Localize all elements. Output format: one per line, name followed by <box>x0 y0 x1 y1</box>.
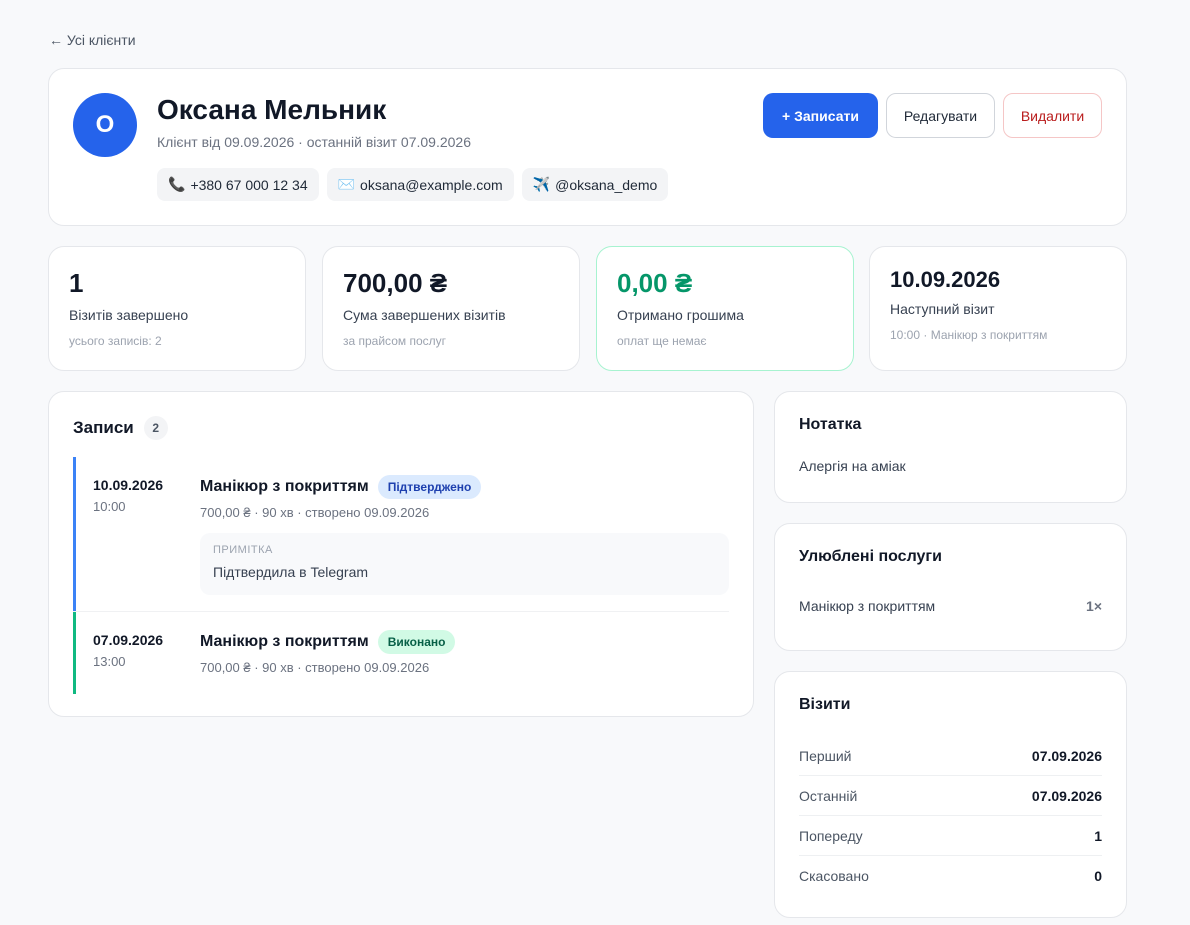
stat-next-visit: 10.09.2026 Наступний візит 10:00 · Манік… <box>869 246 1127 371</box>
record-date: 10.09.2026 <box>93 477 164 493</box>
favorite-service-count: 1× <box>1086 598 1102 614</box>
phone-icon: 📞 <box>168 176 186 193</box>
contact-chips: 📞 +380 67 000 12 34 ✉️ oksana@example.co… <box>157 168 669 201</box>
stat-label: Наступний візит <box>890 301 995 317</box>
phone-text: +380 67 000 12 34 <box>190 176 308 193</box>
visits-row-value: 07.09.2026 <box>1031 747 1102 764</box>
avatar: О <box>73 93 137 157</box>
stat-value: 0,00 ₴ <box>617 268 693 298</box>
telegram-icon: ✈️ <box>532 176 551 193</box>
record-service-row: Манікюр з покриттям Підтверджено <box>200 475 482 499</box>
favorite-service-row: Манікюр з покриттям 1× <box>799 598 1102 614</box>
back-link[interactable]: ← Усі клієнти <box>49 32 136 48</box>
visits-row-label: Скасовано <box>799 868 869 884</box>
visits-row-first: Перший 07.09.2026 <box>799 736 1102 776</box>
visits-row-cancelled: Скасовано 0 <box>799 856 1102 896</box>
visits-title: Візити <box>799 696 851 713</box>
stat-hint: за прайсом послуг <box>343 334 447 348</box>
stat-received-money: 0,00 ₴ Отримано грошима оплат ще немає <box>596 246 854 371</box>
record-service: Манікюр з покриттям <box>200 478 369 495</box>
note-text: Алергія на аміак <box>799 458 906 474</box>
phone-chip[interactable]: 📞 +380 67 000 12 34 <box>157 168 319 201</box>
stat-value: 700,00 ₴ <box>343 268 448 298</box>
email-chip[interactable]: ✉️ oksana@example.com <box>326 168 514 201</box>
stat-label: Сума завершених візитів <box>343 307 506 323</box>
stat-hint: усього записів: 2 <box>69 334 162 348</box>
visits-card: Візити Перший 07.09.2026 Останній 07.09.… <box>774 671 1127 918</box>
records-header: Записи 2 <box>73 416 168 440</box>
telegram-text: @oksana_demo <box>555 176 658 193</box>
stat-completed-visits: 1 Візитів завершено усього записів: 2 <box>48 246 306 371</box>
email-icon: ✉️ <box>337 176 356 193</box>
note-title: Нотатка <box>799 416 862 433</box>
client-name: Оксана Мельник <box>157 94 387 125</box>
stat-label: Отримано грошима <box>617 307 744 323</box>
record-status-bar <box>73 612 76 694</box>
visits-row-last: Останній 07.09.2026 <box>799 776 1102 816</box>
record-note: ПРИМІТКА Підтвердила в Telegram <box>200 533 729 595</box>
client-header-card: О Оксана Мельник Клієнт від 09.09.2026 ·… <box>48 68 1127 226</box>
note-card: Нотатка Алергія на аміак <box>774 391 1127 503</box>
favorite-services-card: Улюблені послуги Манікюр з покриттям 1× <box>774 523 1127 651</box>
records-title: Записи <box>73 418 134 437</box>
stat-hint: 10:00 · Манікюр з покриттям <box>890 328 1048 342</box>
visits-row-value: 07.09.2026 <box>1031 787 1102 804</box>
favorite-service-name: Манікюр з покриттям <box>799 598 936 614</box>
stat-label: Візитів завершено <box>69 307 189 323</box>
edit-button[interactable]: Редагувати <box>886 93 995 138</box>
status-badge: Підтверджено <box>377 475 482 499</box>
visits-row-label: Останній <box>799 787 858 804</box>
record-meta: 700,00 ₴ · 90 хв · створено 09.09.2026 <box>200 505 430 520</box>
record-service-row: Манікюр з покриттям Виконано <box>200 630 456 654</box>
record-date: 07.09.2026 <box>93 632 164 648</box>
stat-hint: оплат ще немає <box>617 334 707 348</box>
stat-value: 10.09.2026 <box>890 267 1001 292</box>
records-count-badge: 2 <box>143 416 168 440</box>
record-time: 10:00 <box>93 499 126 514</box>
stat-value: 1 <box>69 268 84 298</box>
record-service: Манікюр з покриттям <box>200 633 369 650</box>
records-card: Записи 2 10.09.2026 10:00 Манікюр з покр… <box>48 391 754 717</box>
visits-list: Перший 07.09.2026 Останній 07.09.2026 По… <box>799 736 1102 896</box>
visits-row-label: Попереду <box>799 827 863 844</box>
record-note-text: Підтвердила в Telegram <box>213 564 369 580</box>
record-meta: 700,00 ₴ · 90 хв · створено 09.09.2026 <box>200 660 430 675</box>
record-time: 13:00 <box>93 654 126 669</box>
favorites-title: Улюблені послуги <box>799 548 942 565</box>
client-subtitle: Клієнт від 09.09.2026 · останній візит 0… <box>157 134 471 150</box>
book-button[interactable]: + Записати <box>763 93 878 138</box>
visits-row-value: 1 <box>1094 827 1102 844</box>
record-status-bar <box>73 457 76 611</box>
stat-completed-sum: 700,00 ₴ Сума завершених візитів за прай… <box>322 246 580 371</box>
email-text: oksana@example.com <box>360 176 503 193</box>
telegram-chip[interactable]: ✈️ @oksana_demo <box>521 168 669 201</box>
record-item[interactable]: 07.09.2026 13:00 Манікюр з покриттям Вик… <box>73 612 729 694</box>
record-item[interactable]: 10.09.2026 10:00 Манікюр з покриттям Під… <box>73 457 729 611</box>
visits-row-value: 0 <box>1094 868 1102 884</box>
visits-row-label: Перший <box>799 747 852 764</box>
delete-button[interactable]: Видалити <box>1003 93 1102 138</box>
record-note-label: ПРИМІТКА <box>213 544 273 556</box>
status-badge: Виконано <box>377 630 456 654</box>
visits-row-upcoming: Попереду 1 <box>799 816 1102 856</box>
header-actions: + Записати Редагувати Видалити <box>763 93 1102 138</box>
